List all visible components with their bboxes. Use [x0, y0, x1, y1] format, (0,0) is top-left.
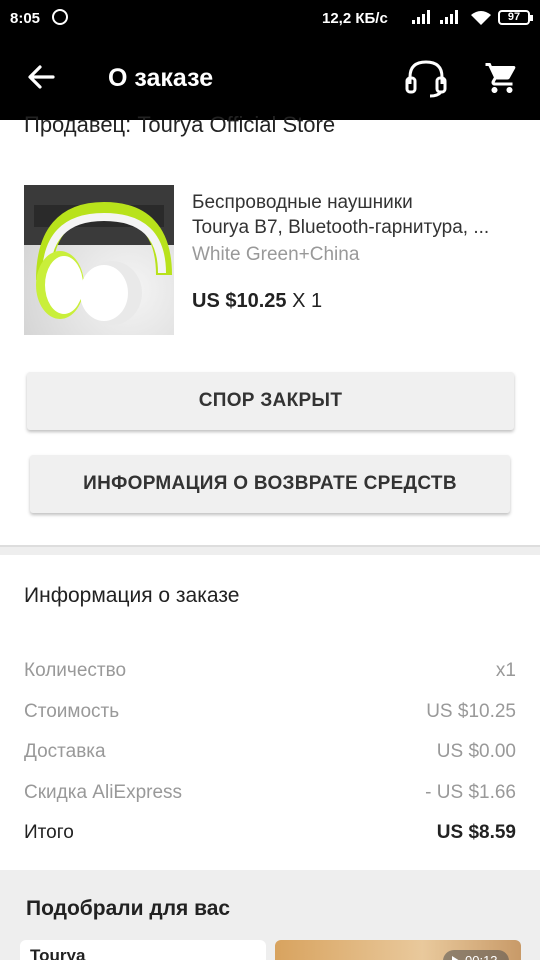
order-row-cost: Стоимость US $10.25: [24, 701, 516, 727]
battery-icon: 97: [498, 10, 533, 25]
product-price-line: US $10.25 X 1: [192, 290, 322, 313]
shopping-cart-icon[interactable]: [484, 60, 520, 96]
app-bar: О заказе: [0, 38, 540, 120]
product-quantity: X 1: [292, 290, 323, 312]
alarm-icon: [52, 9, 68, 25]
section-divider: [0, 545, 540, 555]
product-variant: White Green+China: [192, 244, 360, 265]
product-price: US $10.25: [192, 290, 287, 312]
card-title: Tourya: [30, 946, 86, 960]
status-time: 8:05: [10, 10, 41, 27]
product-name-line1: Беспроводные наушники: [192, 192, 413, 213]
order-row-quantity: Количество x1: [24, 660, 516, 686]
arrow-left-icon[interactable]: [26, 62, 56, 92]
row-label: Доставка: [24, 741, 106, 762]
recommendation-card[interactable]: Tourya: [20, 940, 266, 960]
row-label: Количество: [24, 660, 127, 681]
status-bar: 8:05 12,2 КБ/с 97: [0, 0, 540, 38]
row-label: Стоимость: [24, 701, 120, 722]
product-image[interactable]: [24, 185, 174, 335]
seller-name[interactable]: Продавец: Tourya Official Store: [24, 112, 335, 138]
recommendations-title: Подобрали для вас: [26, 897, 231, 920]
product-name-line2: Tourya B7, Bluetooth-гарнитура, ...: [192, 217, 490, 238]
order-row-total: Итого US $8.59: [24, 822, 516, 848]
row-label: Скидка AliExpress: [24, 782, 183, 803]
row-value: US $10.25: [426, 701, 516, 722]
recommendations-section: Подобрали для вас Tourya 00:13: [0, 870, 540, 960]
order-row-discount: Скидка AliExpress - US $1.66: [24, 782, 516, 808]
video-duration-badge: 00:13: [443, 950, 509, 960]
headset-icon[interactable]: [404, 58, 448, 98]
product-name[interactable]: Беспроводные наушники Tourya B7, Bluetoo…: [192, 190, 522, 240]
order-info-title: Информация о заказе: [24, 584, 240, 607]
row-value: - US $1.66: [425, 782, 516, 803]
recommendation-card[interactable]: 00:13: [275, 940, 521, 960]
page-title: О заказе: [108, 64, 214, 92]
row-value: US $8.59: [436, 822, 516, 843]
row-value: x1: [495, 660, 516, 681]
dispute-closed-button[interactable]: СПОР ЗАКРЫТ: [27, 372, 514, 430]
wifi-icon: [470, 10, 492, 30]
row-value: US $0.00: [436, 741, 516, 762]
row-label: Итого: [24, 822, 74, 843]
order-row-shipping: Доставка US $0.00: [24, 741, 516, 767]
signal-icon: [412, 10, 430, 24]
signal-icon: [440, 10, 458, 24]
refund-info-button[interactable]: ИНФОРМАЦИЯ О ВОЗВРАТЕ СРЕДСТВ: [30, 455, 510, 513]
network-speed: 12,2 КБ/с: [322, 10, 388, 27]
